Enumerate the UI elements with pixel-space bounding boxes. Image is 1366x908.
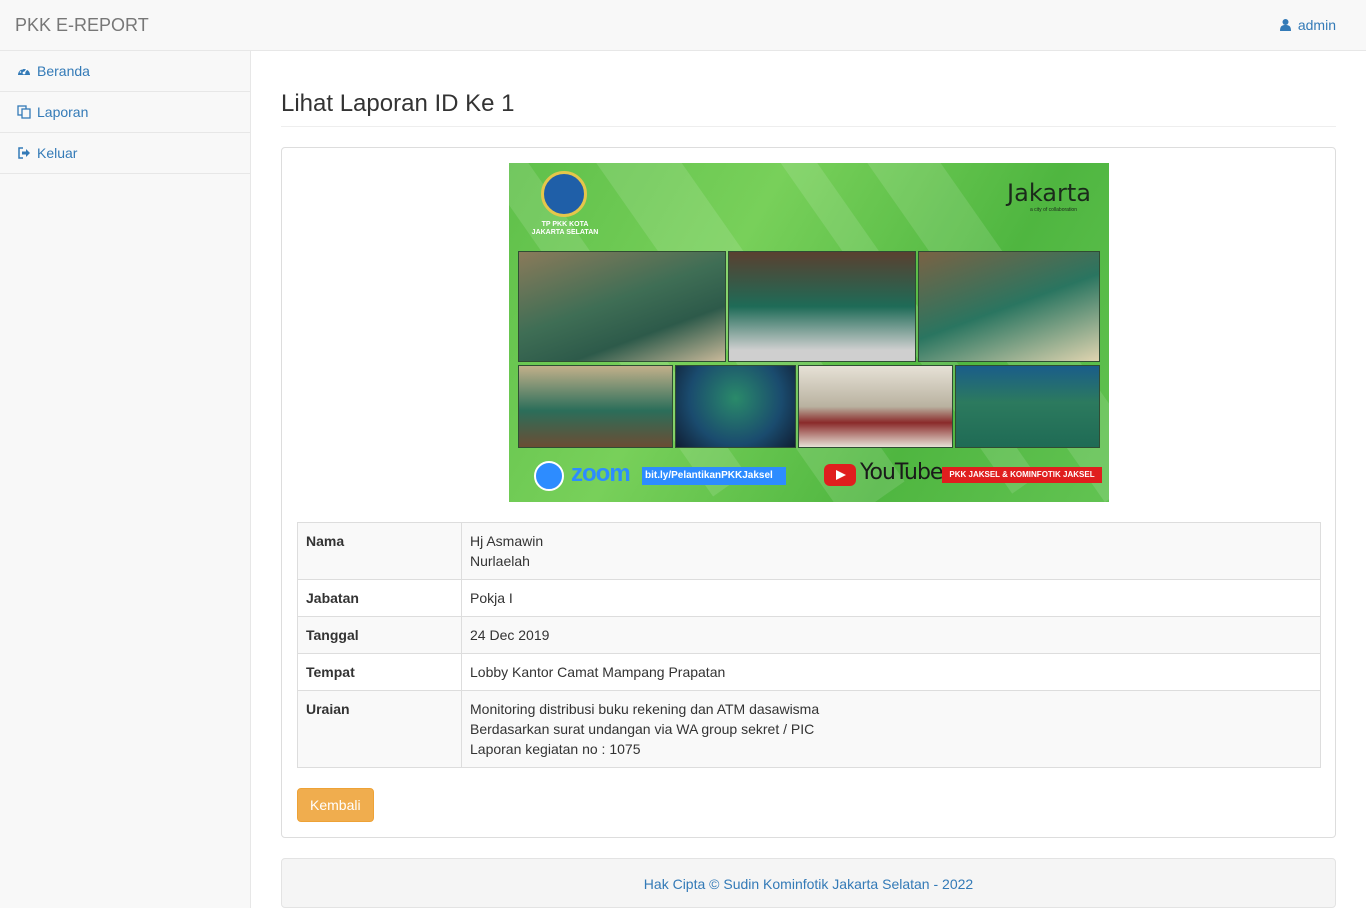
photo-portrait <box>675 365 796 448</box>
row-label: Tanggal <box>297 616 462 654</box>
youtube-channel: PKK JAKSEL & KOMINFOTIK JAKSEL <box>942 467 1102 483</box>
top-navbar: PKK E-REPORT admin <box>0 0 1366 51</box>
sidebar-item-label: Laporan <box>37 104 89 120</box>
footer-text: Hak Cipta © Sudin Kominfotik Jakarta Sel… <box>643 876 974 892</box>
sidebar: Beranda Laporan Keluar <box>0 51 251 908</box>
value-line: Hj Asmawin <box>470 533 544 549</box>
photo-official <box>798 365 953 448</box>
value-line: Nurlaelah <box>470 553 530 569</box>
sidebar-item-label: Keluar <box>37 145 78 161</box>
jakarta-logo: Jakarta <box>1007 179 1091 207</box>
value-line: Laporan kegiatan no : 1075 <box>470 741 641 757</box>
row-label: Tempat <box>297 653 462 691</box>
user-icon <box>1279 19 1291 31</box>
photo-certificate <box>918 251 1100 362</box>
report-detail-table: Nama Hj Asmawin Nurlaelah Jabatan Pokja … <box>297 522 1321 768</box>
user-menu[interactable]: admin <box>1279 16 1336 34</box>
footer: Hak Cipta © Sudin Kominfotik Jakarta Sel… <box>281 858 1336 908</box>
photo-handover <box>518 365 673 448</box>
copy-icon <box>17 105 31 119</box>
row-value: 24 Dec 2019 <box>461 616 1321 654</box>
table-row: Jabatan Pokja I <box>297 579 1321 617</box>
row-label: Jabatan <box>297 579 462 617</box>
pkk-emblem-icon <box>541 171 587 217</box>
jakarta-tagline: a city of collaboration <box>1030 207 1077 213</box>
row-label: Uraian <box>297 690 462 768</box>
app-brand[interactable]: PKK E-REPORT <box>15 14 149 36</box>
back-button[interactable]: Kembali <box>297 788 374 822</box>
sidebar-item-label: Beranda <box>37 63 90 79</box>
row-value: Monitoring distribusi buku rekening dan … <box>461 690 1321 768</box>
sidebar-item-beranda[interactable]: Beranda <box>0 51 250 92</box>
page-title: Lihat Laporan ID Ke 1 <box>281 90 515 117</box>
logo-text: TP PKK KOTA JAKARTA SELATAN <box>531 221 599 236</box>
row-value: Lobby Kantor Camat Mampang Prapatan <box>461 653 1321 691</box>
report-image: TP PKK KOTA JAKARTA SELATAN Jakarta a ci… <box>509 163 1109 502</box>
sidebar-item-laporan[interactable]: Laporan <box>0 92 250 133</box>
photo-signing <box>728 251 916 362</box>
table-row: Uraian Monitoring distribusi buku rekeni… <box>297 690 1321 768</box>
sign-out-icon <box>18 147 30 159</box>
row-value: Hj Asmawin Nurlaelah <box>461 522 1321 580</box>
photo-operator <box>518 251 726 362</box>
youtube-icon <box>824 464 856 486</box>
value-line: Monitoring distribusi buku rekening dan … <box>470 701 820 717</box>
report-panel: TP PKK KOTA JAKARTA SELATAN Jakarta a ci… <box>281 147 1336 838</box>
row-value: Pokja I <box>461 579 1321 617</box>
table-row: Tanggal 24 Dec 2019 <box>297 616 1321 654</box>
table-row: Tempat Lobby Kantor Camat Mampang Prapat… <box>297 653 1321 691</box>
value-line: Berdasarkan surat undangan via WA group … <box>470 721 815 737</box>
youtube-wordmark: YouTube <box>860 460 943 485</box>
table-row: Nama Hj Asmawin Nurlaelah <box>297 522 1321 580</box>
image-footer-bar: zoom bit.ly/PelantikanPKKJaksel YouTube … <box>509 455 1109 495</box>
main-content: Lihat Laporan ID Ke 1 TP PKK KOTA JAKART… <box>251 51 1366 908</box>
user-name: admin <box>1297 17 1336 33</box>
zoom-icon <box>534 461 564 491</box>
dashboard-icon <box>18 67 30 75</box>
page-header: Lihat Laporan ID Ke 1 <box>281 90 1336 127</box>
zoom-link: bit.ly/PelantikanPKKJaksel <box>642 467 786 485</box>
zoom-wordmark: zoom <box>571 460 631 487</box>
row-label: Nama <box>297 522 462 580</box>
photo-group <box>955 365 1100 448</box>
sidebar-item-keluar[interactable]: Keluar <box>0 133 250 174</box>
